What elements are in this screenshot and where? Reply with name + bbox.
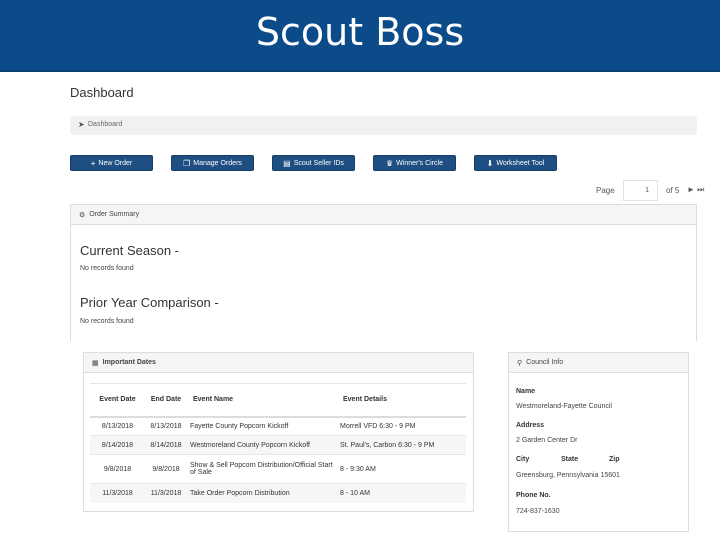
current-season-heading: Current Season -: [80, 243, 179, 258]
breadcrumb: ➤ Dashboard: [70, 116, 697, 135]
cell-event-date: 8/13/2018: [90, 416, 145, 436]
col-event-date: Event Date: [90, 383, 145, 418]
cell-event-date: 8/14/2018: [90, 435, 145, 455]
cell-event-details: 8 - 10 AM: [337, 483, 466, 503]
page-title: Dashboard: [70, 85, 134, 100]
cell-event-name: Fayette County Popcorn Kickoff: [187, 416, 337, 436]
cell-event-details: 8 - 9:30 AM: [337, 454, 466, 484]
worksheet-tool-button[interactable]: ⬇ Worksheet Tool: [474, 155, 557, 171]
manage-orders-label: Manage Orders: [193, 159, 242, 167]
council-info-title: Council Info: [526, 359, 564, 366]
slide-title-bar: Scout Boss: [0, 0, 720, 72]
important-dates-header: ▦ Important Dates: [84, 353, 473, 373]
council-phone-value: 724-837-1630: [516, 508, 560, 515]
send-icon: ➤: [78, 120, 85, 129]
cogs-icon: ⚙: [79, 211, 86, 219]
council-address-label: Address: [516, 422, 545, 429]
pager-total: of 5: [666, 186, 680, 195]
cell-end-date: 9/8/2018: [145, 454, 187, 484]
table-row: 8/14/2018 8/14/2018 Westmoreland County …: [90, 435, 466, 455]
important-dates-title: Important Dates: [102, 359, 156, 366]
page-number-input[interactable]: 1: [623, 180, 658, 201]
pager-label: Page: [596, 186, 615, 195]
col-event-name: Event Name: [187, 383, 337, 418]
cell-event-name: Westmoreland County Popcorn Kickoff: [187, 435, 337, 455]
table-header-row: Event Date End Date Event Name Event Det…: [90, 383, 466, 418]
cell-event-details: St. Paul's, Carbon 6:30 - 9 PM: [337, 435, 466, 455]
order-summary-header: ⚙ Order Summary: [71, 205, 696, 225]
council-name-label: Name: [516, 388, 536, 395]
cell-event-name: Show & Sell Popcorn Distribution/Officia…: [187, 454, 337, 484]
download-icon: ⬇: [486, 158, 494, 168]
prior-year-heading: Prior Year Comparison -: [80, 295, 219, 310]
worksheet-tool-label: Worksheet Tool: [496, 159, 545, 167]
council-info-header: ⚲ Council Info: [509, 353, 688, 373]
trophy-icon: ♛: [385, 158, 394, 168]
copy-icon: ❐: [183, 158, 191, 168]
cell-end-date: 8/13/2018: [145, 416, 187, 436]
manage-orders-button[interactable]: ❐ Manage Orders: [171, 155, 254, 171]
winners-circle-button[interactable]: ♛ Winner's Circle: [373, 155, 456, 171]
table-row: 9/8/2018 9/8/2018 Show & Sell Popcorn Di…: [90, 454, 466, 484]
scout-seller-ids-label: Scout Seller IDs: [293, 159, 344, 167]
col-event-details: Event Details: [337, 383, 466, 418]
table-row: 8/13/2018 8/13/2018 Fayette County Popco…: [90, 416, 466, 436]
calendar-icon: ▦: [92, 359, 99, 367]
council-state-label: State: [561, 456, 579, 463]
winners-circle-label: Winner's Circle: [396, 159, 443, 167]
council-info-panel: ⚲ Council Info Name Westmoreland-Fayette…: [508, 352, 689, 532]
important-dates-panel: ▦ Important Dates Event Date End Date Ev…: [83, 352, 474, 512]
order-summary-title: Order Summary: [89, 211, 140, 218]
map-marker-icon: ⚲: [517, 359, 523, 367]
cell-event-date: 9/8/2018: [90, 454, 145, 484]
council-phone-label: Phone No.: [516, 492, 551, 499]
council-city-state-zip: Greensburg, Pennsylvania 15601: [516, 472, 620, 479]
plus-icon: +: [90, 158, 96, 168]
scout-seller-ids-button[interactable]: ▤ Scout Seller IDs: [272, 155, 355, 171]
breadcrumb-item-dashboard[interactable]: Dashboard: [88, 121, 122, 128]
order-summary-panel: ⚙ Order Summary Current Season - No reco…: [70, 204, 697, 341]
new-order-button[interactable]: + New Order: [70, 155, 153, 171]
important-dates-table: Event Date End Date Event Name Event Det…: [90, 383, 466, 503]
slide-title: Scout Boss: [255, 10, 465, 54]
cell-event-name: Take Order Popcorn Distribution: [187, 483, 337, 503]
cell-end-date: 8/14/2018: [145, 435, 187, 455]
cell-event-details: Morrell VFD 6:30 - 9 PM: [337, 416, 466, 436]
council-zip-label: Zip: [609, 456, 620, 463]
pager-next-last-icons[interactable]: ► ⏭: [687, 185, 704, 195]
table-row: 11/3/2018 11/3/2018 Take Order Popcorn D…: [90, 483, 466, 503]
col-end-date: End Date: [145, 383, 187, 418]
council-city-label: City: [516, 456, 530, 463]
council-name-value: Westmoreland-Fayette Council: [516, 403, 612, 410]
new-order-label: New Order: [98, 159, 133, 167]
prior-year-empty: No records found: [80, 318, 134, 325]
cell-event-date: 11/3/2018: [90, 483, 145, 503]
cell-end-date: 11/3/2018: [145, 483, 187, 503]
council-address-value: 2 Garden Center Dr: [516, 437, 578, 444]
current-season-empty: No records found: [80, 265, 134, 272]
id-card-icon: ▤: [283, 158, 291, 168]
